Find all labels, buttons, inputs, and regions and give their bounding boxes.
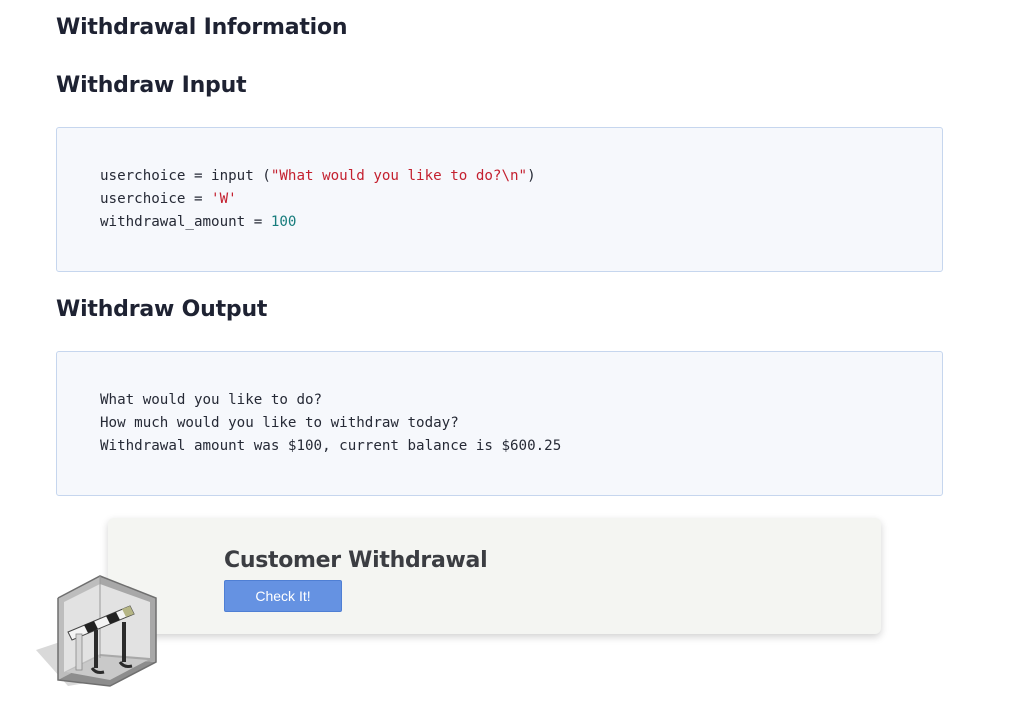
output-code-block: What would you like to do? How much would… bbox=[56, 351, 943, 496]
input-code-block: userchoice = input ("What would you like… bbox=[56, 127, 943, 272]
code-line-2-string: 'W' bbox=[211, 191, 237, 207]
code-line-3-prefix: withdrawal_amount = bbox=[100, 214, 271, 230]
code-line-2: userchoice = 'W' bbox=[100, 188, 942, 211]
output-line-1: What would you like to do? bbox=[100, 392, 323, 408]
output-line-3: Withdrawal amount was $100, current bala… bbox=[100, 438, 562, 454]
withdraw-output-heading: Withdraw Output bbox=[56, 297, 268, 322]
code-line-1-string: "What would you like to do?\n" bbox=[270, 168, 528, 184]
code-line-1: userchoice = input ("What would you like… bbox=[100, 165, 942, 188]
code-line-1-suffix: ) bbox=[527, 168, 536, 184]
code-line-3-number: 100 bbox=[270, 214, 297, 230]
withdraw-input-heading: Withdraw Input bbox=[56, 73, 247, 98]
page: Withdrawal Information Withdraw Input us… bbox=[0, 0, 1024, 702]
output-line-2: How much would you like to withdraw toda… bbox=[100, 415, 459, 431]
card-title: Customer Withdrawal bbox=[224, 548, 488, 573]
code-line-3: withdrawal_amount = 100 bbox=[100, 211, 942, 234]
check-it-button[interactable]: Check It! bbox=[224, 580, 342, 612]
code-line-1-prefix: userchoice = input ( bbox=[100, 168, 271, 184]
atm-cube-illustration-icon bbox=[34, 572, 160, 690]
customer-withdrawal-card: Customer Withdrawal Check It! bbox=[108, 518, 881, 634]
withdrawal-information-heading: Withdrawal Information bbox=[56, 15, 348, 40]
code-line-2-prefix: userchoice = bbox=[100, 191, 212, 207]
